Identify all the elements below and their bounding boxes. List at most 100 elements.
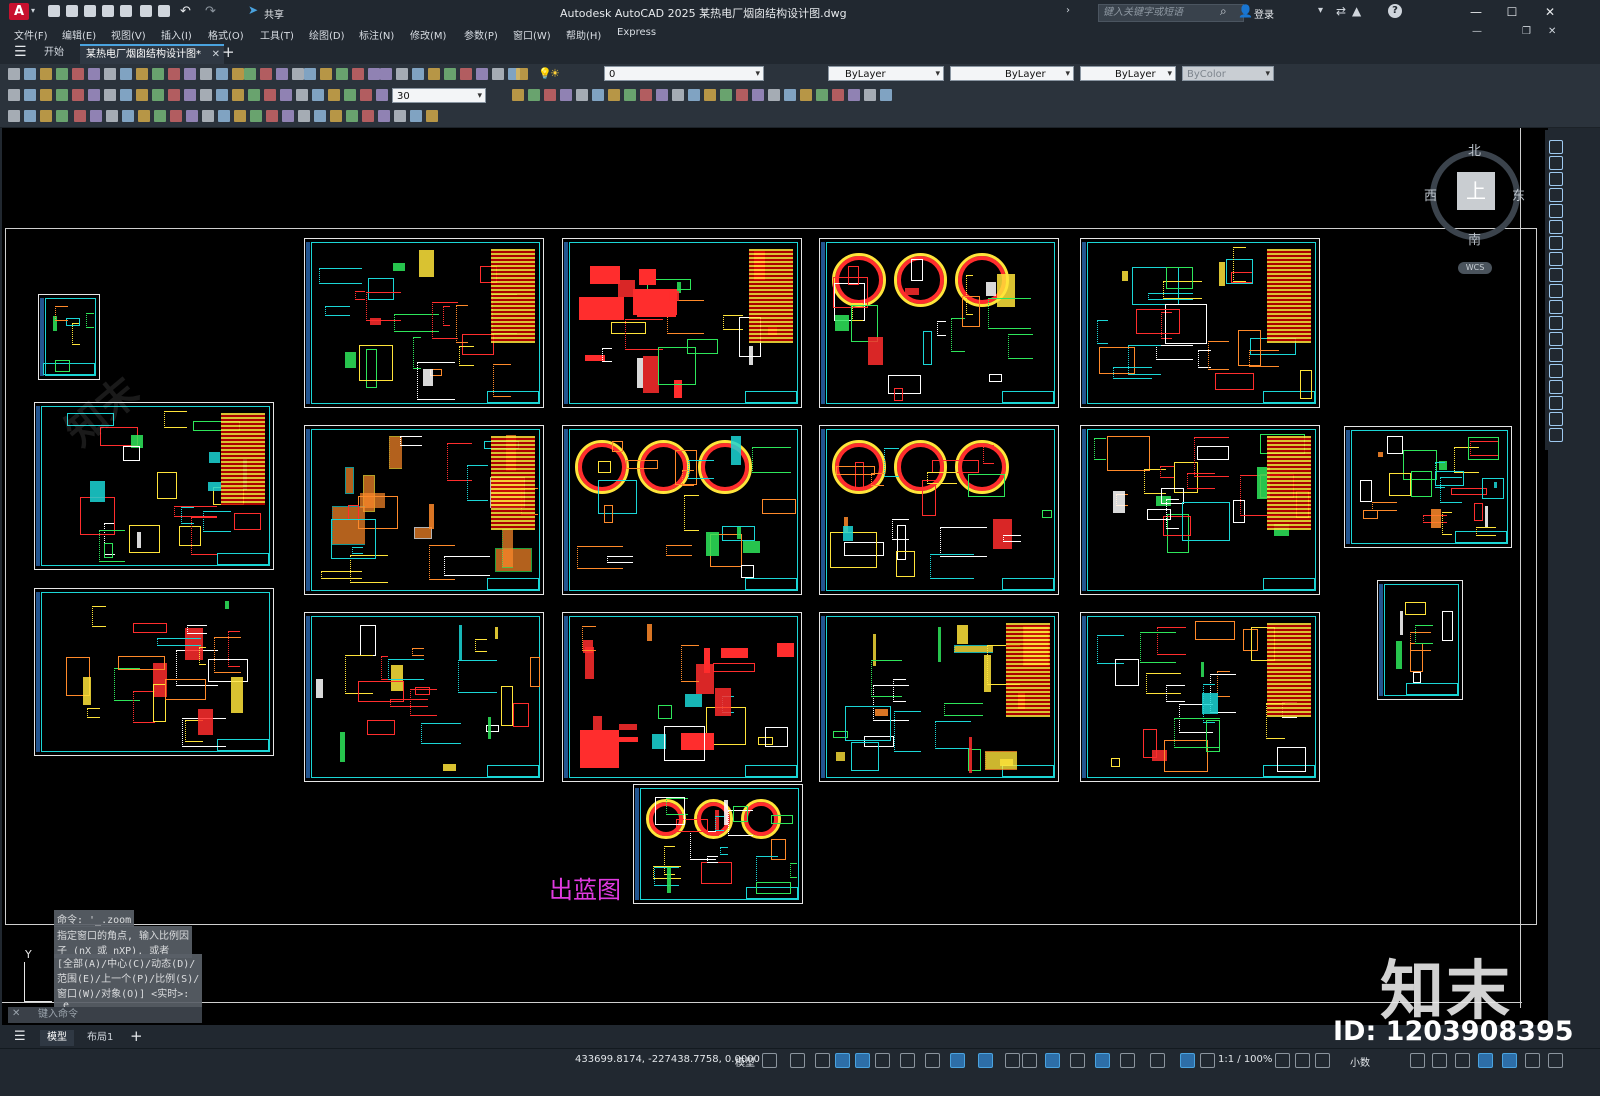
save-icon[interactable] bbox=[84, 5, 96, 17]
drawing-sheet[interactable] bbox=[34, 588, 274, 756]
toolbar-tool-icon[interactable] bbox=[832, 89, 844, 101]
modify-tool-icon[interactable] bbox=[1549, 380, 1563, 394]
share-icon[interactable]: ➤ bbox=[248, 3, 258, 17]
toolbar-tool-icon[interactable] bbox=[816, 89, 828, 101]
toolbar-tool-icon[interactable] bbox=[200, 89, 212, 101]
toolbar-tool-icon[interactable] bbox=[280, 89, 292, 101]
toolbar-tool-icon[interactable] bbox=[136, 89, 148, 101]
menu-item-5[interactable]: 工具(T) bbox=[260, 27, 294, 42]
modify-tool-icon[interactable] bbox=[1549, 252, 1563, 266]
share-button[interactable]: 共享 bbox=[264, 6, 284, 21]
toolbar-tool-icon[interactable] bbox=[800, 89, 812, 101]
menu-item-11[interactable]: 帮助(H) bbox=[566, 27, 601, 42]
toolbar-tool-icon[interactable] bbox=[516, 68, 528, 80]
toolbar-tool-icon[interactable] bbox=[380, 68, 392, 80]
toolbar-tool-icon[interactable] bbox=[412, 68, 424, 80]
status-toggle-icon[interactable] bbox=[1502, 1053, 1517, 1068]
layout-menu-icon[interactable]: ☰ bbox=[14, 1029, 26, 1044]
status-toggle-icon[interactable] bbox=[1120, 1053, 1135, 1068]
wcs-menu[interactable]: WCS bbox=[1458, 262, 1492, 274]
save-as-icon[interactable] bbox=[102, 5, 114, 17]
viewcube-top-face[interactable]: 上 bbox=[1457, 172, 1495, 210]
modify-tool-icon[interactable] bbox=[1549, 412, 1563, 426]
toolbar-tool-icon[interactable] bbox=[184, 89, 196, 101]
drawing-sheet[interactable] bbox=[1377, 580, 1463, 700]
toolbar-tool-icon[interactable] bbox=[90, 110, 102, 122]
toolbar-tool-icon[interactable] bbox=[8, 68, 20, 80]
toolbar-tool-icon[interactable] bbox=[410, 110, 422, 122]
drawing-sheet[interactable] bbox=[38, 294, 100, 380]
modify-tool-icon[interactable] bbox=[1549, 188, 1563, 202]
units-display[interactable]: 小数 bbox=[1350, 1054, 1370, 1069]
toolbar-tool-icon[interactable] bbox=[232, 68, 244, 80]
toolbar-tool-icon[interactable] bbox=[122, 110, 134, 122]
modify-tool-icon[interactable] bbox=[1549, 236, 1563, 250]
toolbar-tool-icon[interactable] bbox=[152, 89, 164, 101]
drawing-sheet[interactable] bbox=[304, 238, 544, 408]
drawing-sheet[interactable] bbox=[1080, 238, 1320, 408]
toolbar-tool-icon[interactable] bbox=[328, 89, 340, 101]
drawing-sheet[interactable] bbox=[562, 612, 802, 782]
toolbar-tool-icon[interactable] bbox=[168, 89, 180, 101]
toolbar-tool-icon[interactable] bbox=[640, 89, 652, 101]
drawing-sheet[interactable] bbox=[819, 238, 1059, 408]
menu-item-2[interactable]: 视图(V) bbox=[111, 27, 146, 42]
help-icon[interactable]: ? bbox=[1388, 4, 1402, 18]
toolbar-tool-icon[interactable] bbox=[576, 89, 588, 101]
drawing-sheet[interactable] bbox=[633, 784, 803, 904]
modify-tool-icon[interactable] bbox=[1549, 364, 1563, 378]
maximize-button[interactable]: ☐ bbox=[1502, 4, 1522, 20]
status-toggle-icon[interactable] bbox=[950, 1053, 965, 1068]
toolbar-tool-icon[interactable] bbox=[8, 89, 20, 101]
menu-item-12[interactable]: Express bbox=[617, 27, 656, 38]
toolbar-tool-icon[interactable] bbox=[362, 110, 374, 122]
toolbar-tool-icon[interactable] bbox=[394, 110, 406, 122]
status-toggle-icon[interactable] bbox=[1005, 1053, 1020, 1068]
status-toggle-icon[interactable] bbox=[1070, 1053, 1085, 1068]
exchange-icon[interactable]: ⇄ bbox=[1336, 4, 1346, 18]
drawing-sheet[interactable] bbox=[562, 238, 802, 408]
toolbar-tool-icon[interactable] bbox=[444, 68, 456, 80]
app-menu-chevron-icon[interactable]: ▾ bbox=[31, 6, 35, 15]
toolbar-tool-icon[interactable] bbox=[56, 110, 68, 122]
modify-tool-icon[interactable] bbox=[1549, 332, 1563, 346]
toolbar-tool-icon[interactable] bbox=[396, 68, 408, 80]
modify-tool-icon[interactable] bbox=[1549, 220, 1563, 234]
status-toggle-icon[interactable] bbox=[1295, 1053, 1310, 1068]
color-dropdown[interactable]: ByLayer bbox=[828, 66, 944, 82]
status-toggle-icon[interactable] bbox=[900, 1053, 915, 1068]
toolbar-tool-icon[interactable] bbox=[352, 68, 364, 80]
modify-tool-icon[interactable] bbox=[1549, 204, 1563, 218]
toolbar-tool-icon[interactable] bbox=[72, 89, 84, 101]
toolbar-tool-icon[interactable] bbox=[244, 68, 256, 80]
toolbar-tool-icon[interactable] bbox=[336, 68, 348, 80]
minimize-button[interactable]: — bbox=[1466, 4, 1486, 20]
lineweight-dropdown[interactable]: ByLayer bbox=[1080, 66, 1176, 82]
toolbar-tool-icon[interactable] bbox=[880, 89, 892, 101]
toolbar-tool-icon[interactable] bbox=[346, 110, 358, 122]
status-toggle-icon[interactable] bbox=[1275, 1053, 1290, 1068]
toolbar-tool-icon[interactable] bbox=[264, 89, 276, 101]
status-toggle-icon[interactable] bbox=[815, 1053, 830, 1068]
modify-tool-icon[interactable] bbox=[1549, 300, 1563, 314]
toolbar-tool-icon[interactable] bbox=[560, 89, 572, 101]
toolbar-tool-icon[interactable] bbox=[768, 89, 780, 101]
toolbar-tool-icon[interactable] bbox=[234, 110, 246, 122]
toolbar-tool-icon[interactable] bbox=[704, 89, 716, 101]
compass-north[interactable]: 北 bbox=[1468, 140, 1481, 159]
tab-close-icon[interactable]: ✕ bbox=[212, 46, 220, 64]
compass-east[interactable]: 东 bbox=[1512, 185, 1525, 204]
status-toggle-icon[interactable] bbox=[1022, 1053, 1037, 1068]
toolbar-tool-icon[interactable] bbox=[460, 68, 472, 80]
toolbar-tool-icon[interactable] bbox=[736, 89, 748, 101]
toolbar-tool-icon[interactable] bbox=[56, 68, 68, 80]
drawing-sheet[interactable] bbox=[562, 425, 802, 595]
close-window-button[interactable]: ✕ bbox=[1540, 4, 1560, 20]
toolbar-tool-icon[interactable] bbox=[266, 110, 278, 122]
toolbar-tool-icon[interactable] bbox=[314, 110, 326, 122]
toolbar-tool-icon[interactable] bbox=[40, 110, 52, 122]
toolbar-tool-icon[interactable] bbox=[136, 68, 148, 80]
autodesk-apps-icon[interactable]: ▲ bbox=[1352, 4, 1361, 18]
menu-item-0[interactable]: 文件(F) bbox=[14, 27, 48, 42]
menu-item-10[interactable]: 窗口(W) bbox=[513, 27, 551, 42]
